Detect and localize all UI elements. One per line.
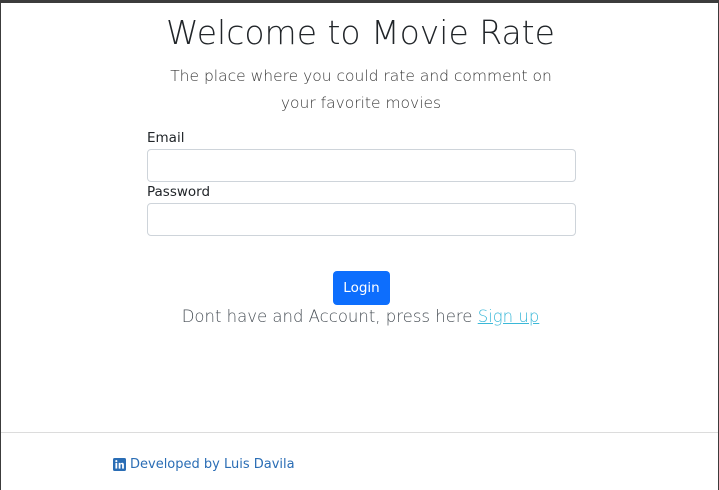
password-field[interactable] xyxy=(147,203,576,236)
email-field[interactable] xyxy=(147,149,576,182)
signup-prompt: Dont have and Account, press here Sign u… xyxy=(1,307,719,326)
app-window: Welcome to Movie Rate The place where yo… xyxy=(0,0,719,490)
signup-prompt-text: Dont have and Account, press here xyxy=(181,307,478,326)
page-title: Welcome to Movie Rate xyxy=(166,13,555,52)
linkedin-icon xyxy=(113,458,126,471)
password-label: Password xyxy=(147,184,211,200)
signup-link[interactable]: Sign up xyxy=(478,307,540,326)
footer-credit-text: Developed by Luis Davila xyxy=(130,457,295,472)
login-button[interactable]: Login xyxy=(333,271,390,305)
email-label: Email xyxy=(147,130,185,146)
page-subtitle: The place where you could rate and comme… xyxy=(170,67,552,112)
footer-divider xyxy=(1,432,718,433)
footer-credit-link[interactable]: Developed by Luis Davila xyxy=(113,457,295,472)
